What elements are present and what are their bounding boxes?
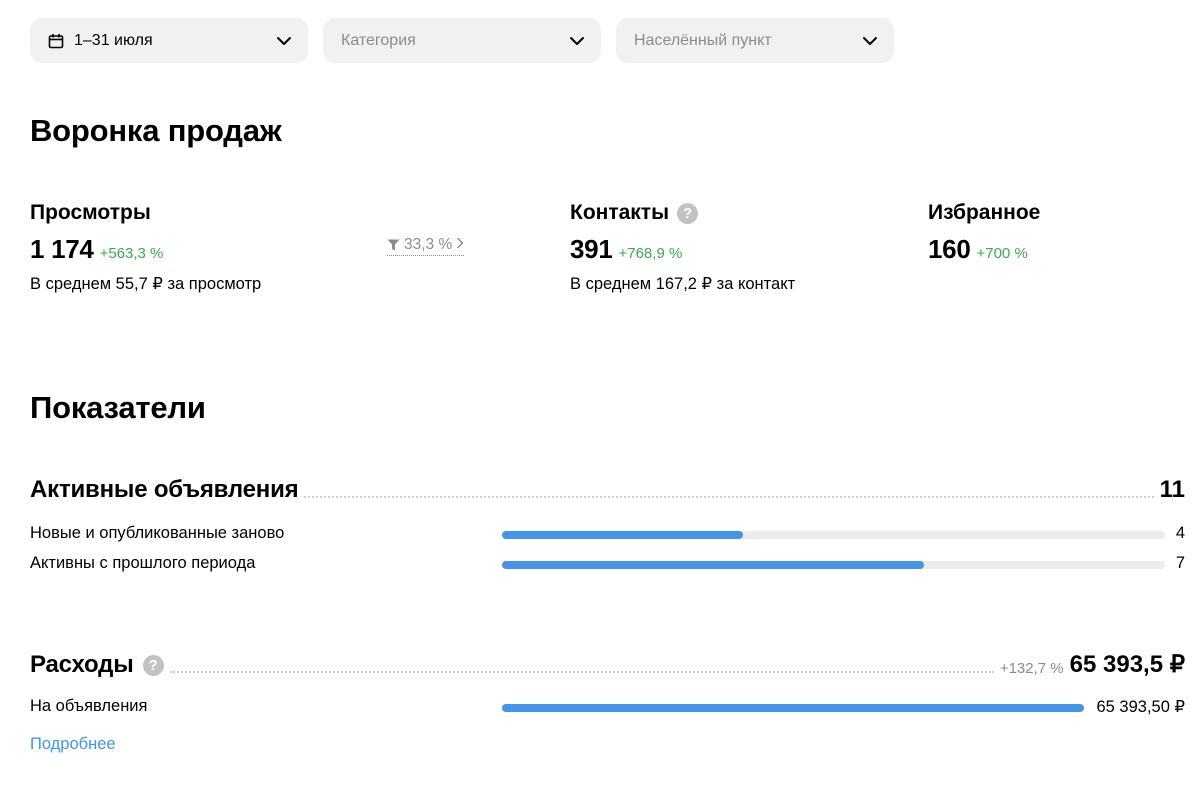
chevron-down-icon [862,36,878,46]
progress-row: На объявления 65 393,50 ₽ [30,697,1185,719]
contacts-value: 391 [570,234,613,264]
location-select-placeholder: Населённый пункт [634,31,772,49]
contacts-average: В среднем 167,2 ₽ за контакт [570,275,796,293]
views-delta: +563,3 % [99,245,164,262]
views-average: В среднем 55,7 ₽ за просмотр [30,275,262,293]
expenses-header: Расходы ? +132,7 % 65 393,5 ₽ [30,650,1185,679]
active-ads-total: 11 [1159,476,1185,503]
row-value: 7 [1175,554,1185,572]
expenses-delta: +132,7 % [999,660,1064,677]
row-value: 65 393,50 ₽ [1096,698,1186,716]
metrics-title: Показатели [30,390,206,425]
progress-fill [502,561,924,569]
details-link[interactable]: Подробнее [30,735,116,754]
progress-track [502,561,1165,569]
chevron-right-icon [456,236,464,254]
calendar-icon [48,33,64,49]
conversion-value: 33,3 % [404,236,453,253]
contacts-metric: Контакты ? 391 +768,9 % В среднем 167,2 … [570,201,795,294]
views-title: Просмотры [30,201,151,224]
category-select-placeholder: Категория [341,31,416,49]
favorites-value: 160 [928,234,971,264]
filter-bar: 1–31 июля Категория Населённый пункт [30,18,894,63]
funnel-title: Воронка продаж [30,113,282,148]
active-ads-header: Активные объявления 11 [30,476,1185,504]
dotted-leader [304,496,1154,498]
progress-row: Новые и опубликованные заново 4 [30,524,1185,546]
period-select[interactable]: 1–31 июля [30,18,308,63]
location-select[interactable]: Населённый пункт [616,18,894,63]
conversion-link[interactable]: 33,3 % [387,236,465,256]
views-value: 1 174 [30,234,94,264]
views-metric: Просмотры 1 174 +563,3 % В среднем 55,7 … [30,201,261,294]
funnel-icon [387,239,400,251]
dotted-leader [169,671,994,673]
progress-track [502,531,1165,539]
expenses-total: 65 393,5 ₽ [1069,651,1185,678]
active-ads-title: Активные объявления [30,476,299,503]
help-icon[interactable]: ? [677,202,699,224]
row-value: 4 [1175,524,1185,542]
chevron-down-icon [569,36,585,46]
favorites-title: Избранное [928,201,1041,224]
row-label: На объявления [30,697,148,715]
progress-fill [502,531,744,539]
help-icon[interactable]: ? [142,654,164,676]
period-select-label: 1–31 июля [74,31,153,49]
contacts-delta: +768,9 % [618,245,683,262]
favorites-delta: +700 % [976,245,1028,262]
chevron-down-icon [276,36,292,46]
expenses-title: Расходы [30,651,134,678]
row-label: Новые и опубликованные заново [30,524,285,542]
progress-row: Активны с прошлого периода 7 [30,554,1185,576]
progress-fill [502,704,1084,712]
progress-track [502,704,1084,712]
favorites-metric: Избранное 160 +700 % [928,201,1040,265]
contacts-title: Контакты [570,201,670,224]
row-label: Активны с прошлого периода [30,554,256,572]
category-select[interactable]: Категория [323,18,601,63]
